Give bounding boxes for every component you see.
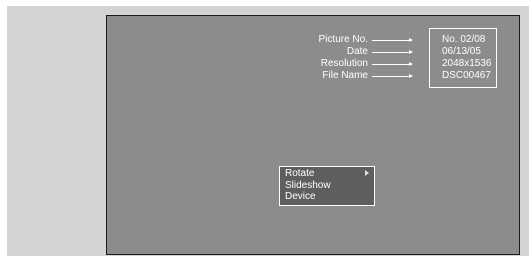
info-box: No. 02/08 06/13/05 2048x1536 DSC00467 [429,28,497,88]
info-resolution: 2048x1536 [442,58,492,69]
play-triangle-icon [365,170,369,176]
callout-resolution: Resolution [320,58,413,70]
arrow-right-icon [372,49,413,54]
callout-picture-no-label: Picture No. [318,34,368,45]
arrow-right-icon [372,37,413,42]
callout-date-label: Date [346,46,368,57]
display-screen: Picture No. Date Resolution File Name No… [106,15,520,255]
info-file-name: DSC00467 [442,70,491,81]
menu-item-rotate-label: Rotate [285,168,315,179]
page: Picture No. Date Resolution File Name No… [0,0,529,262]
menu-item-rotate[interactable]: Rotate [285,168,374,180]
menu-item-slideshow-label: Slideshow [285,179,331,191]
callout-date: Date [346,46,413,58]
arrow-right-icon [372,73,413,78]
menu-item-device-label: Device [285,191,316,202]
info-date: 06/13/05 [442,46,481,57]
callout-resolution-label: Resolution [320,58,368,69]
info-picture-no: No. 02/08 [442,34,486,45]
arrow-right-icon [372,61,413,66]
callout-file-name-label: File Name [322,70,368,81]
options-menu: Rotate Slideshow Device [279,166,375,206]
callout-file-name: File Name [322,70,413,82]
menu-item-device[interactable]: Device [285,191,374,203]
menu-item-slideshow[interactable]: Slideshow [285,180,374,192]
callout-picture-no: Picture No. [318,34,413,46]
